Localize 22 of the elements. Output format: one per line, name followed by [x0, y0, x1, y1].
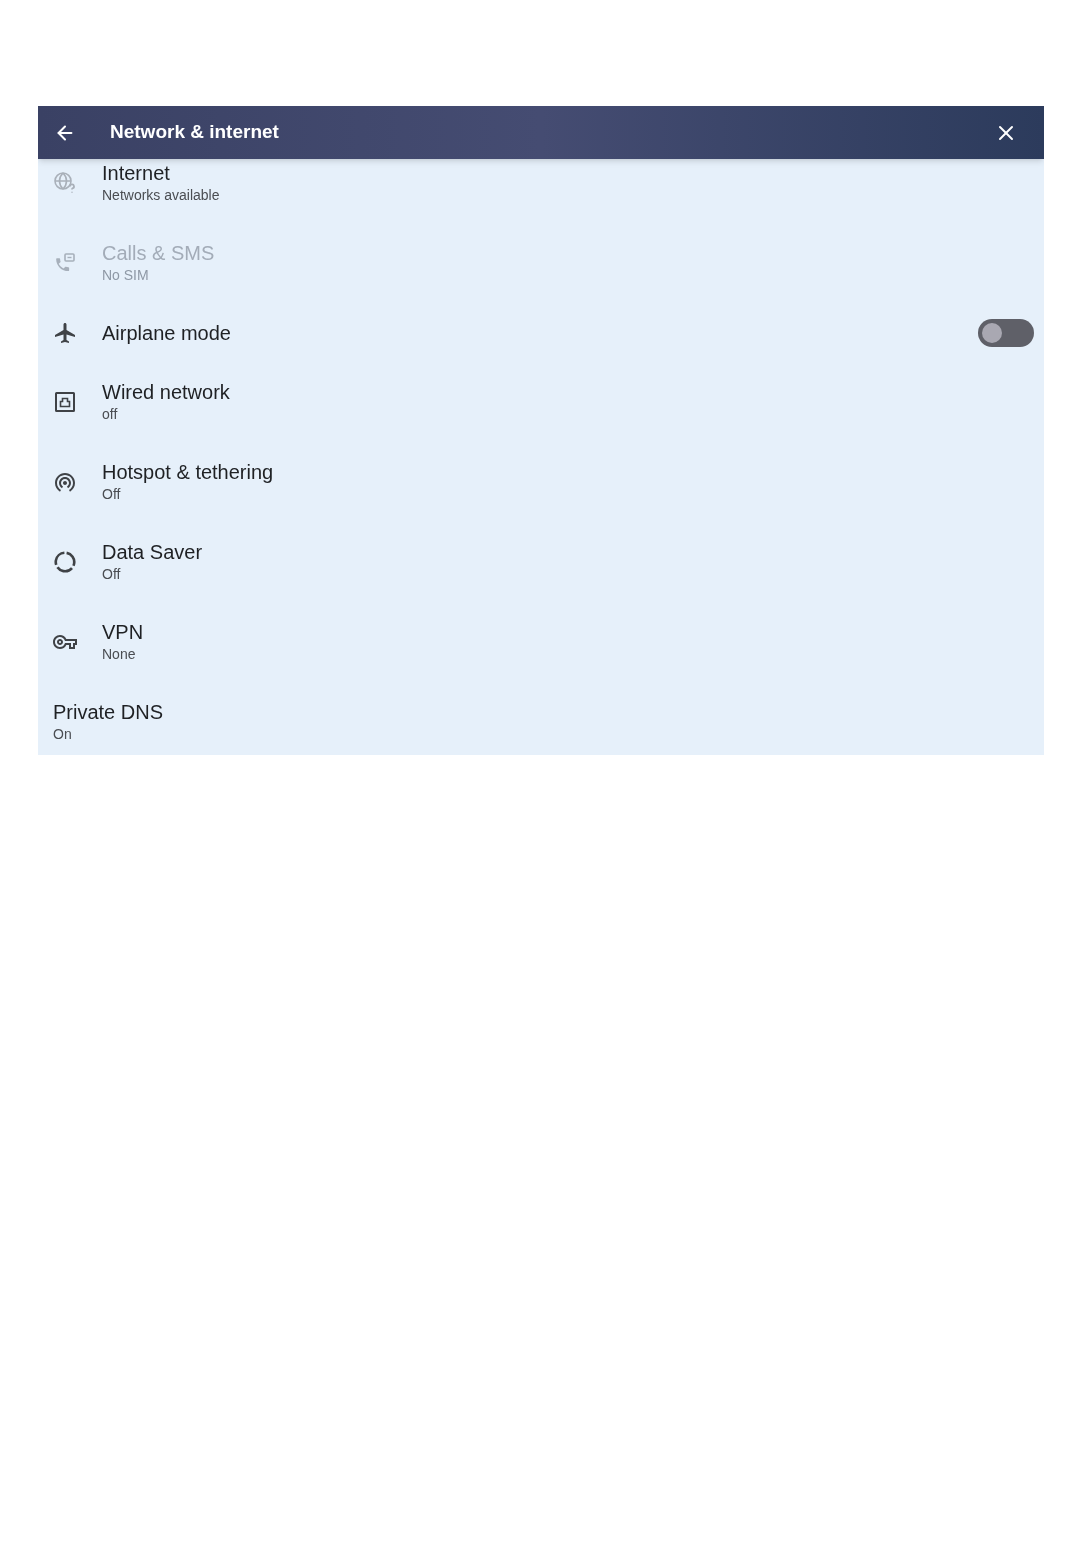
globe-question-icon: [54, 172, 76, 194]
broken-circle-icon: [54, 551, 76, 573]
phone-message-icon: [55, 253, 75, 273]
ethernet-port-icon: [55, 392, 75, 412]
setting-summary: On: [53, 725, 72, 744]
toggle-switch[interactable]: [978, 318, 1034, 347]
setting-title[interactable]: Hotspot & tethering: [102, 460, 274, 484]
setting-title[interactable]: Private DNS: [53, 700, 164, 724]
setting-title[interactable]: Data Saver: [102, 540, 203, 564]
header-title: Network & internet: [110, 120, 279, 145]
setting-title[interactable]: Internet: [102, 161, 170, 185]
setting-title[interactable]: Wired network: [102, 380, 230, 404]
airplane-icon: [53, 320, 77, 345]
setting-summary: None: [102, 645, 136, 664]
setting-summary: Off: [102, 565, 121, 584]
setting-title[interactable]: Airplane mode: [102, 320, 231, 345]
setting-summary: No SIM: [102, 266, 149, 285]
setting-summary: Off: [102, 485, 121, 504]
setting-title[interactable]: VPN: [102, 620, 144, 644]
setting-summary: Networks available: [102, 186, 220, 205]
hotspot-signal-icon: [53, 470, 77, 494]
setting-summary: off: [102, 405, 118, 424]
